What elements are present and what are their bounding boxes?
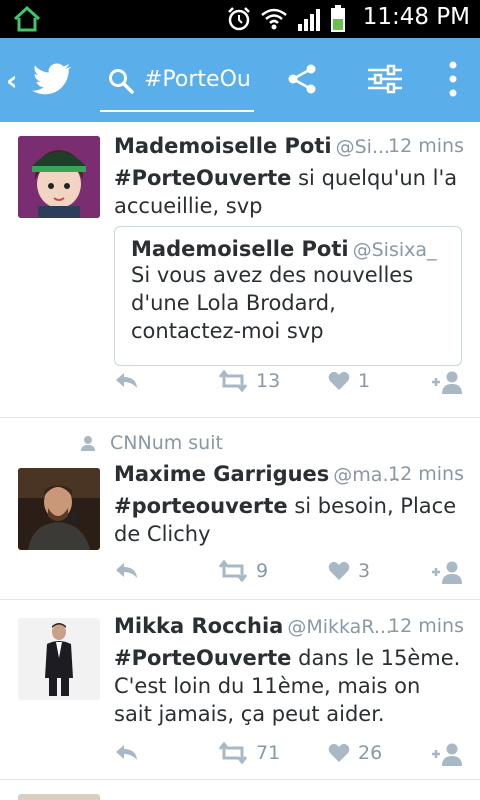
reply-icon [116, 563, 137, 578]
retweet-icon [218, 560, 248, 582]
share-icon[interactable] [286, 63, 318, 95]
like-button[interactable]: 3 [328, 560, 370, 582]
wifi-icon [261, 8, 287, 30]
quoted-author-handle: @Sisixa_ [352, 239, 437, 261]
retweet-button[interactable]: 9 [218, 560, 268, 582]
avatar[interactable] [18, 136, 100, 218]
tweet-time: 12 mins [388, 135, 464, 157]
avatar[interactable] [18, 618, 100, 700]
retweet-button[interactable]: 13 [218, 370, 280, 392]
twitter-bird-icon[interactable] [32, 62, 72, 98]
tweet-header: Maxime Garrigues @ma... 12 mins [114, 462, 464, 492]
signal-icon [298, 9, 320, 31]
author-name[interactable]: Mikka Rocchia [114, 614, 283, 638]
like-count: 1 [358, 370, 371, 392]
add-user-icon [432, 561, 462, 584]
heart-icon [328, 743, 350, 762]
author-name[interactable]: Maxime Garrigues [114, 462, 329, 486]
author-handle[interactable]: @Si... [336, 136, 390, 158]
status-time: 11:48 PM [362, 4, 470, 30]
retweet-button[interactable]: 71 [218, 742, 280, 764]
status-bar: 11:48 PM [0, 0, 480, 38]
heart-icon [328, 371, 350, 390]
tweet-actions: 13 1 [114, 370, 466, 398]
author-handle[interactable]: @MikkaR... [287, 616, 392, 638]
like-count: 3 [358, 560, 371, 582]
author-name[interactable]: Mademoiselle Poti [114, 134, 332, 158]
tweet-header: Mikka Rocchia @MikkaR... 12 mins [114, 614, 464, 644]
like-count: 26 [358, 742, 383, 764]
tweet-actions: 9 3 [114, 560, 466, 588]
tweet-header: Mademoiselle Poti @Si... 12 mins [114, 134, 464, 164]
tweet[interactable]: CNNum suit Maxime Garrigues @ma... 12 min… [0, 418, 480, 600]
tweet-feed[interactable]: Mademoiselle Poti @Si... 12 mins #PorteOu… [0, 122, 480, 800]
reply-button[interactable] [114, 370, 140, 392]
heart-icon [328, 561, 350, 580]
social-context-text[interactable]: CNNum suit [110, 432, 223, 454]
retweet-count: 13 [256, 370, 281, 392]
tweet-actions: 71 26 [114, 742, 466, 770]
reply-icon [116, 373, 137, 388]
retweet-count: 9 [256, 560, 269, 582]
add-user-icon [432, 371, 462, 394]
follow-button[interactable] [430, 742, 464, 766]
chevron-left-icon[interactable]: ‹ [6, 64, 18, 97]
tweet[interactable] [0, 780, 480, 800]
app-bar: ‹ #PorteOuverte [0, 38, 480, 122]
tweet-text: #PorteOuverte dans le 15ème. C'est loin … [114, 646, 461, 726]
tweet[interactable]: Mademoiselle Poti @Si... 12 mins #PorteOu… [0, 122, 480, 418]
retweet-count: 71 [256, 742, 281, 764]
reply-icon [116, 745, 137, 760]
search-icon [109, 69, 134, 94]
retweet-icon [218, 742, 248, 764]
search-query[interactable]: #PorteOuverte [144, 67, 250, 92]
tweet-time: 12 mins [388, 463, 464, 485]
tweet-text: #PorteOuverte si quelqu'un l'a accueilli… [114, 166, 458, 218]
avatar[interactable] [18, 468, 100, 550]
avatar[interactable] [18, 794, 100, 800]
person-icon [81, 436, 95, 451]
home-icon [13, 5, 41, 32]
quoted-text: Si vous avez des nouvelles d'une Lola Br… [131, 263, 414, 343]
tweet[interactable]: Mikka Rocchia @MikkaR... 12 mins #PorteOu… [0, 600, 480, 780]
hashtag[interactable]: #porteouverte [114, 494, 288, 518]
follow-button[interactable] [430, 560, 464, 584]
quoted-author-name: Mademoiselle Poti [131, 237, 349, 261]
search-field[interactable]: #PorteOuverte [100, 52, 254, 112]
add-user-icon [432, 743, 462, 766]
hashtag[interactable]: #PorteOuverte [114, 166, 291, 190]
battery-icon [331, 5, 345, 32]
social-context: CNNum suit [80, 432, 223, 454]
like-button[interactable]: 26 [328, 742, 382, 764]
reply-button[interactable] [114, 742, 140, 764]
tweet-time: 12 mins [388, 615, 464, 637]
like-button[interactable]: 1 [328, 370, 370, 392]
reply-button[interactable] [114, 560, 140, 582]
tweet-text: #porteouverte si besoin, Place de Clichy [114, 494, 457, 546]
retweet-icon [218, 370, 248, 392]
follow-button[interactable] [430, 370, 464, 394]
hashtag[interactable]: #PorteOuverte [114, 646, 291, 670]
alarm-icon [228, 7, 250, 31]
filter-icon[interactable] [366, 63, 404, 95]
status-icons [226, 5, 346, 33]
quoted-tweet[interactable]: Mademoiselle Poti @Sisixa_ Si vous avez d… [114, 226, 462, 366]
more-vertical-icon[interactable] [446, 60, 460, 98]
